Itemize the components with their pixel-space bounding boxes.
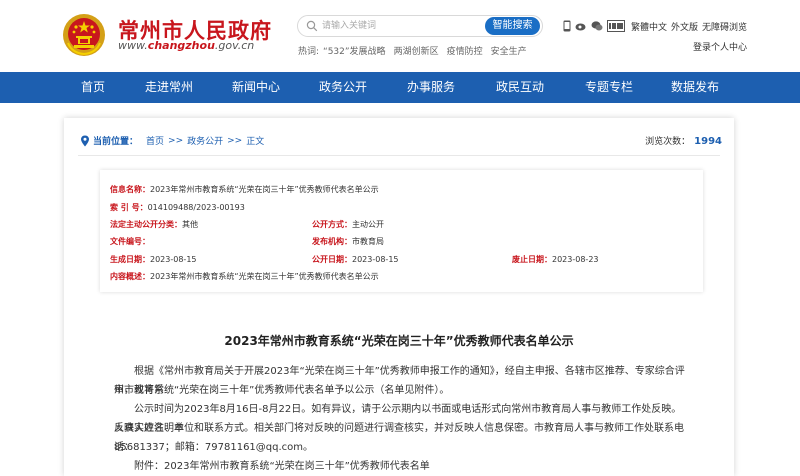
article-paragraph-cont: 85681337；邮箱：79781161@qq.com。	[114, 438, 688, 457]
breadcrumb-home-link[interactable]: 首页	[146, 134, 164, 147]
info-value: 其他	[182, 220, 198, 229]
info-row-publisher: 发布机构：市教育局	[312, 236, 384, 247]
hot-words-label: 热词:	[298, 47, 320, 57]
search-box: 智能搜索	[297, 15, 543, 37]
info-key: 文件编号：	[110, 237, 150, 246]
info-value: 市教育局	[352, 237, 384, 246]
info-key: 公开日期：	[312, 255, 352, 264]
article-text: 85681337；邮箱：79781161@qq.com。	[114, 442, 314, 453]
nav-item-news[interactable]: 新闻中心	[226, 72, 286, 103]
breadcrumb-separator: >>	[168, 135, 184, 146]
info-key: 索 引 号：	[110, 203, 148, 212]
attachment-link[interactable]: 附件：2023年常州市教育系统“光荣在岗三十年”优秀教师代表名单	[134, 461, 430, 472]
breadcrumb-label: 当前位置：	[93, 137, 139, 147]
info-value: 2023年常州市教育系统“光荣在岗三十年”优秀教师代表名单公示	[150, 185, 379, 194]
traditional-chinese-link[interactable]: 繁體中文	[631, 20, 667, 33]
info-value: 主动公开	[352, 220, 384, 229]
site-header: 常州市人民政府 www.changzhou.gov.cn 智能搜索 热词:“53…	[0, 0, 800, 72]
nav-item-home[interactable]: 首页	[68, 72, 118, 103]
site-url-prefix: www.	[118, 39, 148, 52]
view-count: 浏览次数： 1994	[645, 134, 722, 147]
breadcrumb-separator: >>	[227, 135, 243, 146]
hot-words: 热词: “532”发展战略 两湖创新区 疫情防控 安全生产	[298, 44, 535, 57]
search-button[interactable]: 智能搜索	[485, 17, 540, 35]
info-value: 2023-08-15	[352, 255, 399, 264]
info-key: 废止日期：	[512, 255, 552, 264]
search-input[interactable]	[322, 18, 472, 34]
info-box: 信息名称：2023年常州市教育系统“光荣在岗三十年”优秀教师代表名单公示 索 引…	[100, 170, 703, 292]
info-row-index: 索 引 号：014109488/2023-00193	[110, 202, 245, 213]
login-link[interactable]: 登录个人中心	[693, 40, 747, 53]
search-icon	[306, 20, 318, 32]
info-key: 生成日期：	[110, 255, 150, 264]
attachment-line[interactable]: 附件：2023年常州市教育系统“光荣在岗三十年”优秀教师代表名单	[114, 457, 688, 476]
nav-item-gov-affairs[interactable]: 政务公开	[313, 72, 373, 103]
article-paragraph-cont: 州市教育系统“光荣在岗三十年”优秀教师代表名单予以公示（名单见附件）。	[114, 381, 688, 400]
content-panel: 当前位置： 首页 >> 政务公开 >> 正文 浏览次数： 1994 信息名称：20…	[64, 118, 734, 476]
info-key: 法定主动公开分类：	[110, 220, 182, 229]
info-key: 内容概述：	[110, 272, 150, 281]
info-row-category: 法定主动公开分类：其他	[110, 219, 198, 230]
nav-item-data[interactable]: 数据发布	[665, 72, 725, 103]
nav-item-topics[interactable]: 专题专栏	[579, 72, 639, 103]
view-count-label: 浏览次数：	[645, 137, 691, 147]
accessible-browse-link[interactable]: 无障碍浏览	[702, 20, 747, 33]
nav-item-about[interactable]: 走进常州	[139, 72, 199, 103]
wechat-icon[interactable]	[591, 20, 603, 32]
hot-word-link[interactable]: 两湖创新区	[394, 47, 439, 57]
info-row-open-mode: 公开方式：主动公开	[312, 219, 384, 230]
breadcrumb: 当前位置： 首页 >> 政务公开 >> 正文	[80, 134, 264, 147]
top-tools: 繁體中文 外文版 无障碍浏览	[563, 18, 749, 34]
breadcrumb-current[interactable]: 正文	[246, 134, 264, 147]
info-value: 2023-08-15	[150, 255, 197, 264]
nav-item-interaction[interactable]: 政民互动	[490, 72, 550, 103]
view-count-value: 1994	[694, 136, 722, 147]
site-url-suffix: .gov.cn	[214, 39, 255, 52]
main-nav: 首页 走进常州 新闻中心 政务公开 办事服务 政民互动 专题专栏 数据发布	[0, 72, 800, 103]
info-value: 2023年常州市教育系统“光荣在岗三十年”优秀教师代表名单公示	[150, 272, 379, 281]
national-emblem-icon[interactable]	[62, 13, 106, 57]
site-url-brand: changzhou	[147, 39, 215, 52]
info-value: 2023-08-23	[552, 255, 599, 264]
site-url: www.changzhou.gov.cn	[118, 39, 254, 52]
info-key: 信息名称：	[110, 185, 150, 194]
hot-word-link[interactable]: 疫情防控	[447, 47, 483, 57]
location-pin-icon	[81, 135, 89, 146]
info-key: 发布机构：	[312, 237, 352, 246]
divider	[78, 155, 720, 156]
breadcrumb-gov-affairs-link[interactable]: 政务公开	[187, 134, 223, 147]
hot-word-link[interactable]: “532”发展战略	[323, 47, 386, 57]
article-title: 2023年常州市教育系统“光荣在岗三十年”优秀教师代表名单公示	[224, 334, 574, 348]
hot-word-link[interactable]: 安全生产	[491, 47, 527, 57]
info-row-expiry: 废止日期：2023-08-23	[512, 254, 599, 265]
article-text: 州市教育系统“光荣在岗三十年”优秀教师代表名单予以公示（名单见附件）。	[114, 385, 450, 396]
info-value: 014109488/2023-00193	[147, 203, 245, 212]
info-row-summary: 内容概述：2023年常州市教育系统“光荣在岗三十年”优秀教师代表名单公示	[110, 271, 379, 282]
nav-item-services[interactable]: 办事服务	[401, 72, 461, 103]
info-row-name: 信息名称：2023年常州市教育系统“光荣在岗三十年”优秀教师代表名单公示	[110, 184, 379, 195]
info-row-created: 生成日期：2023-08-15	[110, 254, 197, 265]
ipv6-icon	[607, 20, 625, 32]
foreign-version-link[interactable]: 外文版	[671, 20, 698, 33]
info-row-doc-no: 文件编号：	[110, 236, 150, 247]
info-key: 公开方式：	[312, 220, 352, 229]
info-row-published: 公开日期：2023-08-15	[312, 254, 399, 265]
weibo-icon[interactable]	[575, 20, 587, 32]
mobile-icon[interactable]	[563, 20, 571, 32]
